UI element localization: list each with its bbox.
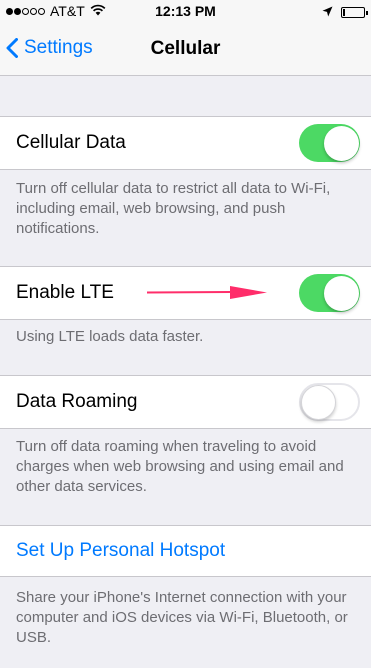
battery-level-fill <box>343 8 345 16</box>
data-roaming-label: Data Roaming <box>16 391 138 412</box>
enable-lte-toggle[interactable] <box>299 274 360 312</box>
toggle-knob <box>323 275 359 311</box>
status-bar: AT&T 12:13 PM <box>0 0 371 22</box>
battery-tip <box>366 10 368 15</box>
data-roaming-footer: Turn off data roaming when traveling to … <box>16 438 344 495</box>
cellular-data-label: Cellular Data <box>16 132 126 153</box>
toggle-knob <box>301 385 336 420</box>
personal-hotspot-row[interactable]: Set Up Personal Hotspot <box>0 525 371 577</box>
cellular-data-row: Cellular Data <box>0 116 371 170</box>
page-title: Cellular <box>150 38 221 59</box>
enable-lte-label: Enable LTE <box>16 282 114 303</box>
personal-hotspot-footer: Share your iPhone's Internet connection … <box>16 589 348 646</box>
data-roaming-toggle[interactable] <box>299 383 360 421</box>
navigation-bar: Settings Cellular <box>0 22 371 76</box>
data-roaming-row: Data Roaming <box>0 375 371 429</box>
annotation-arrow <box>147 286 267 299</box>
toggle-knob <box>323 125 359 161</box>
status-right <box>322 4 368 20</box>
enable-lte-footer: Using LTE loads data faster. <box>16 328 204 345</box>
personal-hotspot-link[interactable]: Set Up Personal Hotspot <box>16 540 225 562</box>
cellular-data-toggle[interactable] <box>299 124 360 162</box>
cellular-data-footer: Turn off cellular data to restrict all d… <box>16 180 331 237</box>
location-arrow-icon <box>322 4 333 20</box>
status-time: 12:13 PM <box>155 3 216 19</box>
battery-icon <box>341 6 368 18</box>
